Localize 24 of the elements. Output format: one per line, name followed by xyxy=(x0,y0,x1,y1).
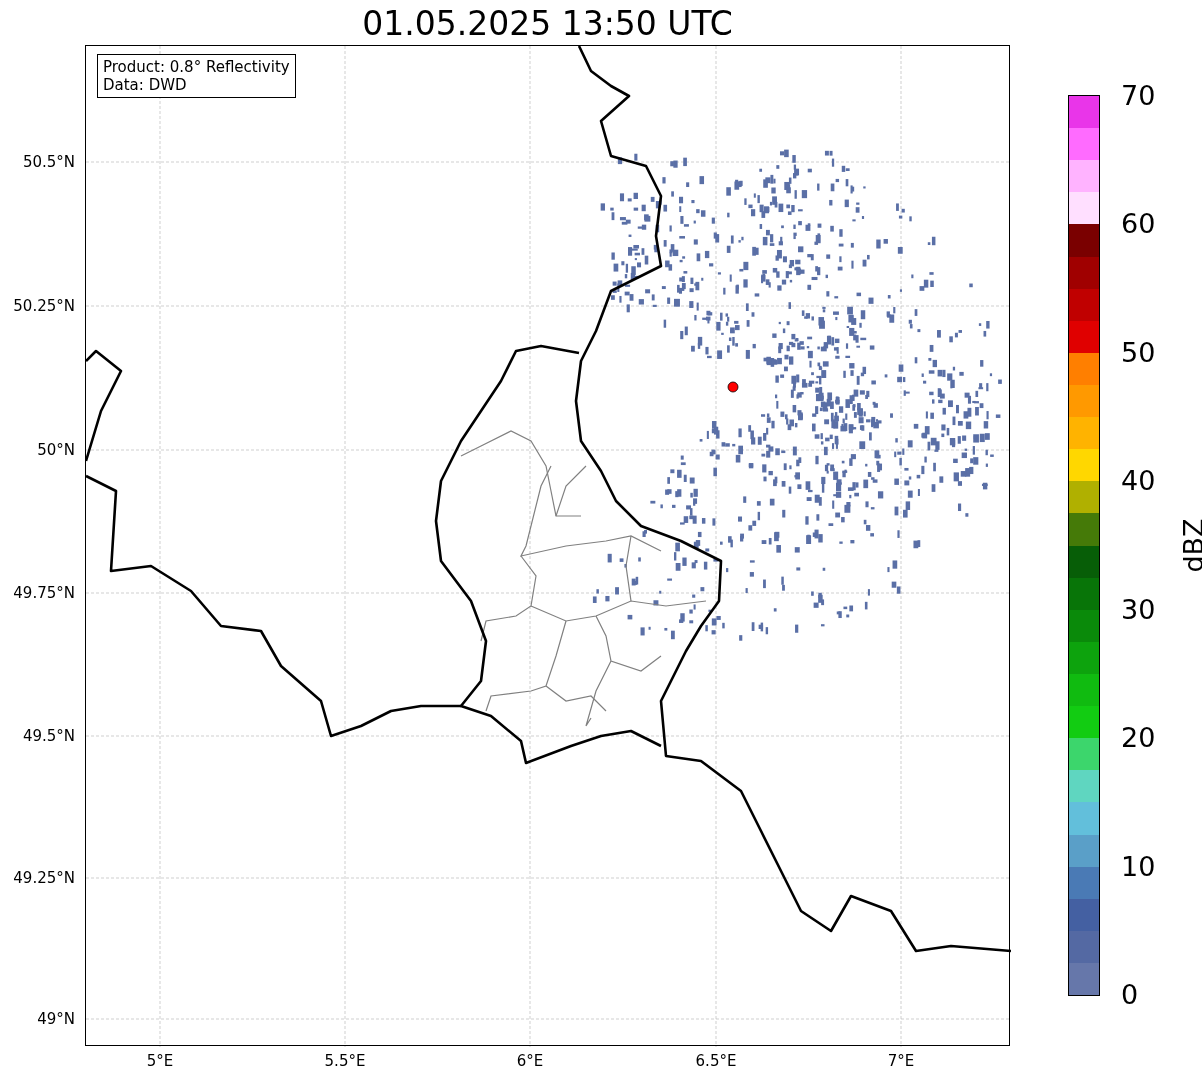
latitude-label: 49°N xyxy=(37,1010,75,1028)
colorbar-tick-label: 0 xyxy=(1121,980,1139,1010)
longitude-label: 6°E xyxy=(516,1052,544,1070)
longitude-label: 5.5°E xyxy=(324,1052,366,1070)
longitude-label: 6.5°E xyxy=(695,1052,737,1070)
info-text: Product: 0.8° Reflectivity xyxy=(103,58,290,76)
latitude-label: 49.75°N xyxy=(13,584,75,602)
longitude-label: 7°E xyxy=(887,1052,915,1070)
latitude-label: 49.5°N xyxy=(22,727,75,745)
latitude-label: 50.25°N xyxy=(13,297,75,315)
latitude-label: 49.25°N xyxy=(13,869,75,887)
latitude-label: 50.5°N xyxy=(22,153,75,171)
colorbar-tick-label: 20 xyxy=(1121,723,1156,754)
chart-title: 01.05.2025 13:50 UTC xyxy=(361,4,734,43)
latitude-label: 50°N xyxy=(37,441,75,459)
colorbar-tick-label: 30 xyxy=(1121,594,1156,625)
colorbar-tick-label: 70 xyxy=(1121,81,1156,111)
colorbar-tick-label: 10 xyxy=(1121,851,1156,882)
longitude-label: 5°E xyxy=(146,1052,174,1070)
colorbar-tick-label: 60 xyxy=(1121,209,1156,240)
colorbar-tick-label: 50 xyxy=(1121,337,1156,368)
info-text: Data: DWD xyxy=(103,76,188,94)
radar-site-marker xyxy=(727,381,739,393)
colorbar-tick-label: 40 xyxy=(1121,466,1156,497)
